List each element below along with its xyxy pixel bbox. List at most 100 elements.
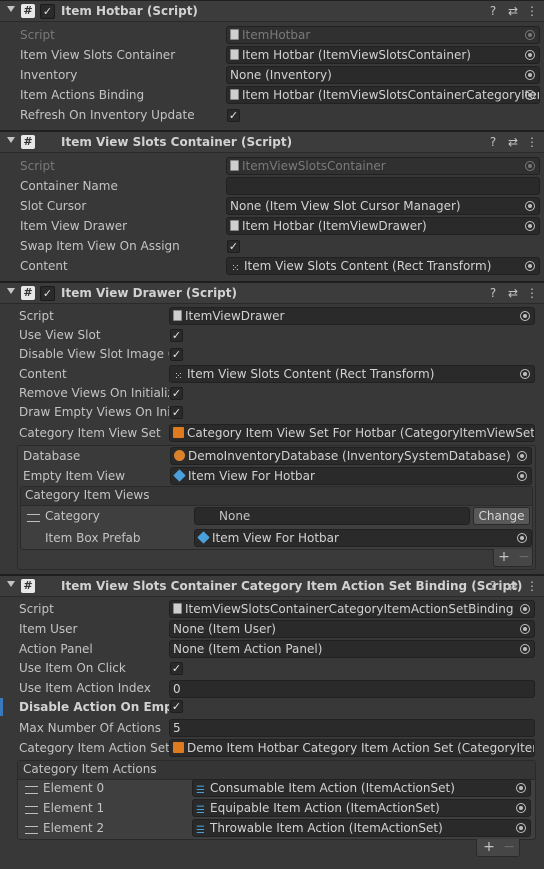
component-header-action-set-binding[interactable]: # Item View Slots Container Category Ite… (0, 575, 544, 597)
modified-property-indicator (0, 698, 3, 716)
object-picker-icon[interactable] (520, 604, 530, 614)
empty-item-view-field[interactable]: Item View For Hotbar (170, 467, 532, 485)
object-picker-icon[interactable] (525, 30, 535, 40)
context-menu-icon[interactable]: ⋮ (525, 135, 539, 149)
drag-handle-icon[interactable] (25, 826, 38, 834)
object-picker-icon[interactable] (525, 50, 535, 60)
content-field[interactable]: ⁙ Item View Slots Content (Rect Transform… (226, 257, 540, 275)
element-1-field[interactable]: ☰ Equipable Item Action (ItemActionSet) (192, 799, 531, 817)
object-picker-icon[interactable] (520, 644, 530, 654)
remove-views-on-initialize-label: Remove Views On Initialize (19, 386, 169, 400)
disable-action-on-empty-slot-label: Disable Action On Empty S (19, 700, 169, 714)
object-picker-icon[interactable] (516, 803, 526, 813)
use-item-on-click-toggle[interactable]: ✓ (170, 662, 183, 675)
help-icon[interactable]: ? (486, 135, 500, 149)
category-label: Category (45, 509, 100, 523)
swap-item-view-on-assign-toggle[interactable]: ✓ (227, 240, 240, 253)
object-picker-icon[interactable] (517, 471, 527, 481)
category-item-action-set-field[interactable]: Demo Item Hotbar Category Item Action Se… (169, 739, 535, 757)
max-number-of-actions-input[interactable]: 5 (169, 719, 535, 737)
component-enabled-checkbox[interactable]: ✓ (40, 286, 55, 301)
script-field[interactable]: ItemViewDrawer (169, 307, 535, 325)
context-menu-icon[interactable]: ⋮ (525, 4, 539, 18)
object-picker-icon[interactable] (517, 451, 527, 461)
object-picker-icon[interactable] (525, 90, 535, 100)
help-icon[interactable]: ? (486, 4, 500, 18)
category-item-view-set-inline-panel: Database DemoInventoryDatabase (Inventor… (17, 445, 536, 570)
use-view-slot-toggle[interactable]: ✓ (170, 329, 183, 342)
swap-item-view-on-assign-label: Swap Item View On Assign (20, 239, 180, 253)
item-user-label: Item User (19, 622, 78, 636)
object-picker-icon[interactable] (516, 783, 526, 793)
object-picker-icon[interactable] (520, 311, 530, 321)
draw-empty-views-on-initialize-toggle[interactable]: ✓ (170, 406, 183, 419)
category-field[interactable]: None (194, 507, 470, 525)
object-picker-icon[interactable] (525, 161, 535, 171)
presets-icon[interactable]: ⇄ (506, 286, 520, 300)
content-field[interactable]: ⁙ Item View Slots Content (Rect Transform… (169, 365, 535, 383)
component-header-item-hotbar[interactable]: # ✓ Item Hotbar (Script) ? ⇄ ⋮ (0, 0, 544, 22)
database-field[interactable]: DemoInventoryDatabase (InventorySystemDa… (170, 447, 532, 465)
remove-element-button[interactable]: − (514, 549, 534, 565)
scriptable-object-icon (173, 427, 184, 438)
category-item-actions-list: Category Item Actions Element 0 ☰ Consuma… (17, 760, 536, 840)
element-2-field[interactable]: ☰ Throwable Item Action (ItemActionSet) (192, 819, 531, 837)
object-picker-icon[interactable] (525, 70, 535, 80)
presets-icon[interactable]: ⇄ (506, 4, 520, 18)
component-header-item-view-drawer[interactable]: # ✓ Item View Drawer (Script) ? ⇄ ⋮ (0, 282, 544, 304)
item-user-field[interactable]: None (Item User) (169, 620, 535, 638)
inventory-label: Inventory (20, 68, 78, 82)
object-picker-icon[interactable] (525, 201, 535, 211)
drag-handle-icon[interactable] (27, 514, 40, 522)
foldout-arrow-icon[interactable] (7, 581, 15, 587)
help-icon[interactable]: ? (486, 286, 500, 300)
container-name-input[interactable] (226, 177, 540, 195)
add-element-button[interactable]: + (479, 839, 499, 855)
help-icon[interactable]: ? (486, 579, 500, 593)
change-button[interactable]: Change (473, 507, 530, 525)
element-0-field[interactable]: ☰ Consumable Item Action (ItemActionSet) (192, 779, 531, 797)
slot-cursor-field[interactable]: None (Item View Slot Cursor Manager) (226, 197, 540, 215)
action-panel-field[interactable]: None (Item Action Panel) (169, 640, 535, 658)
foldout-arrow-icon[interactable] (7, 137, 15, 143)
presets-icon[interactable]: ⇄ (506, 135, 520, 149)
disable-view-slot-image-toggle[interactable]: ✓ (170, 348, 183, 361)
script-field[interactable]: ItemViewSlotsContainerCategoryItemAction… (169, 600, 535, 618)
context-menu-icon[interactable]: ⋮ (525, 579, 539, 593)
foldout-arrow-icon[interactable] (7, 6, 15, 12)
drag-handle-icon[interactable] (25, 806, 38, 814)
slot-cursor-label: Slot Cursor (20, 199, 87, 213)
context-menu-icon[interactable]: ⋮ (525, 286, 539, 300)
refresh-on-inventory-update-toggle[interactable]: ✓ (227, 109, 240, 122)
script-field[interactable]: ItemViewSlotsContainer (226, 157, 540, 175)
component-header-item-view-slots-container[interactable]: # Item View Slots Container (Script) ? ⇄… (0, 131, 544, 153)
object-picker-icon[interactable] (516, 823, 526, 833)
empty-item-view-label: Empty Item View (23, 469, 126, 483)
action-panel-label: Action Panel (19, 642, 93, 656)
remove-element-button[interactable]: − (499, 839, 519, 855)
object-picker-icon[interactable] (525, 221, 535, 231)
script-field[interactable]: ItemHotbar (226, 26, 540, 44)
scriptable-object-icon (173, 742, 184, 753)
item-box-prefab-field[interactable]: Item View For Hotbar (194, 529, 532, 547)
csharp-script-icon: # (21, 286, 35, 300)
component-enabled-checkbox[interactable]: ✓ (40, 4, 55, 19)
foldout-arrow-icon[interactable] (7, 288, 15, 294)
disable-action-on-empty-slot-toggle[interactable]: ✓ (170, 700, 183, 713)
object-picker-icon[interactable] (520, 369, 530, 379)
category-item-view-set-field[interactable]: Category Item View Set For Hotbar (Categ… (169, 424, 535, 442)
draw-empty-views-on-initialize-label: Draw Empty Views On Initia (19, 405, 169, 419)
item-view-drawer-field[interactable]: Item Hotbar (ItemViewDrawer) (226, 217, 540, 235)
item-view-slots-container-field[interactable]: Item Hotbar (ItemViewSlotsContainer) (226, 46, 540, 64)
component-title: Item Hotbar (Script) (61, 4, 198, 18)
object-picker-icon[interactable] (525, 261, 535, 271)
use-item-action-index-input[interactable]: 0 (169, 680, 535, 698)
presets-icon[interactable]: ⇄ (506, 579, 520, 593)
drag-handle-icon[interactable] (25, 786, 38, 794)
object-picker-icon[interactable] (517, 533, 527, 543)
add-element-button[interactable]: + (494, 549, 514, 565)
item-actions-binding-field[interactable]: Item Hotbar (ItemViewSlotsContainerCateg… (226, 86, 540, 104)
remove-views-on-initialize-toggle[interactable]: ✓ (170, 387, 183, 400)
object-picker-icon[interactable] (520, 624, 530, 634)
inventory-field[interactable]: None (Inventory) (226, 66, 540, 84)
